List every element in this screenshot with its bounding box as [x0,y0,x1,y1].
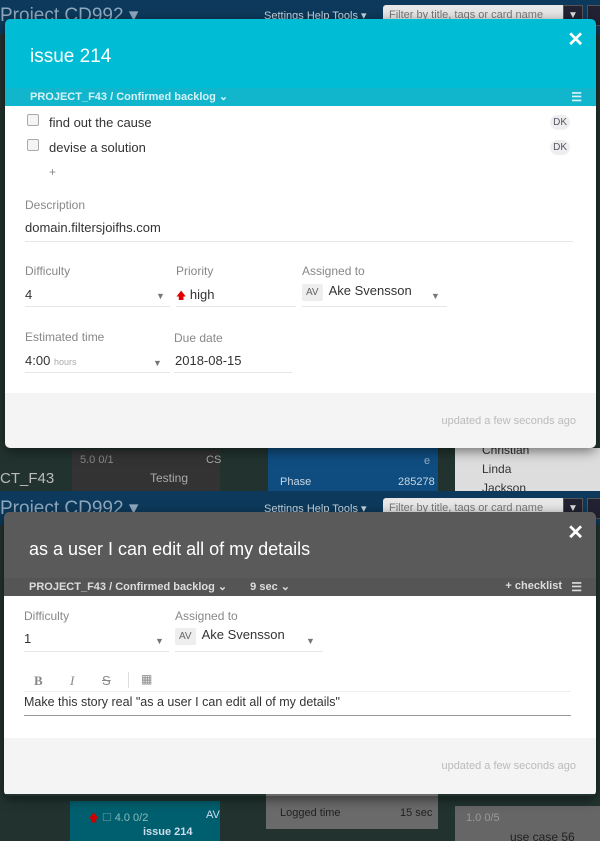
menu-icon[interactable]: ☰ [571,580,582,594]
chevron-down-icon[interactable]: ▼ [156,291,165,301]
card-meta: 5.0 0/1 [80,454,114,466]
table-icon[interactable]: ▦ [141,672,152,686]
checklist-item[interactable]: devise a solution [49,140,146,155]
logged-time-value: 15 sec [400,807,433,819]
priority-label: Priority [176,264,214,278]
checklist-user[interactable]: DK [550,140,570,155]
strikethrough-button[interactable]: S [102,673,111,688]
screenshot-top: Project CD992 ▾ Settings Help Tools ▾ Fi… [0,0,600,493]
priority-select[interactable]: 🡅 high [176,287,214,306]
card-dialog: issue 214 ✕ PROJECT_F43 / Confirmed back… [5,19,596,448]
time-tracker[interactable]: 9 sec ⌄ [250,581,290,593]
arrow-up-icon: 🡅 [176,291,187,302]
due-date-field[interactable]: 2018-08-15 [175,353,242,368]
difficulty-select[interactable]: 4 [25,287,32,302]
add-checklist-item-button[interactable]: + [49,165,56,179]
italic-button[interactable]: I [70,673,74,689]
card-user: CS [206,454,222,466]
chevron-down-icon[interactable]: ▼ [306,636,315,646]
toolbar-divider [128,672,129,688]
card-user: AV [206,809,220,821]
assigned-label: Assigned to [175,609,238,623]
dialog-header: as a user I can edit all of my details ✕ [4,512,596,578]
card-meta: 1.0 0/5 [466,812,500,824]
close-icon[interactable]: ✕ [567,27,584,52]
estimate-unit: hours [53,357,77,367]
menu-icon[interactable]: ☰ [571,90,582,104]
card-title: Testing [150,471,189,485]
dialog-footer: updated a few seconds ago [5,393,596,448]
card-title[interactable]: as a user I can edit all of my details [29,539,310,560]
screenshot-bottom: Project CD992 ▾ Settings Help Tools ▾ Fi… [0,491,600,841]
assignee-name: Ake Svensson [201,627,285,642]
phase-label: Phase [280,476,312,488]
lane-name: CT_F43 [0,470,55,487]
card-meta: 🡅 ▢ 4.0 0/2 [88,812,149,824]
difficulty-label: Difficulty [24,609,70,623]
bold-button[interactable]: B [34,673,43,689]
chevron-down-icon[interactable]: ▼ [155,636,164,646]
updated-timestamp: updated a few seconds ago [441,760,576,772]
due-date-label: Due date [174,331,223,345]
person[interactable]: Linda [482,462,511,476]
checklist-item[interactable]: find out the cause [49,115,152,130]
dialog-body: find out the cause DK devise a solution … [5,106,596,393]
updated-timestamp: updated a few seconds ago [441,415,576,427]
breadcrumb[interactable]: PROJECT_F43 / Confirmed backlog ⌄ [29,581,227,593]
estimate-field[interactable]: 4:00 hours [25,353,76,368]
card-title: issue 214 [143,826,193,838]
close-icon[interactable]: ✕ [567,520,584,545]
blue-e: e [424,455,431,467]
card-title: use case 56 [510,830,575,841]
assigned-label: Assigned to [302,264,365,278]
dialog-body: Difficulty 1 ▼ Assigned to AV Ake Svensso… [4,596,596,738]
assignee-name: Ake Svensson [328,283,412,298]
priority-value: high [189,287,215,302]
description-label: Description [25,198,86,212]
card-title[interactable]: issue 214 [30,46,111,68]
assignee-select[interactable]: AV Ake Svensson [175,627,285,645]
logged-time-label: Logged time [280,807,341,819]
add-checklist-button[interactable]: + checklist [505,580,562,592]
card-dialog: as a user I can edit all of my details ✕… [4,512,596,796]
breadcrumb[interactable]: PROJECT_F43 / Confirmed backlog ⌄ [30,91,228,103]
avatar: AV [175,628,196,645]
estimate-value: 4:00 [25,353,51,368]
chevron-down-icon[interactable]: ▼ [153,358,162,368]
checklist-user[interactable]: DK [550,115,570,130]
difficulty-select[interactable]: 1 [24,631,31,646]
dialog-subbar: PROJECT_F43 / Confirmed backlog ⌄ 9 sec … [4,578,596,596]
description-field[interactable]: domain.filtersjoifhs.com [25,220,161,235]
estimate-label: Estimated time [25,330,105,344]
dialog-header: issue 214 ✕ [5,19,596,88]
description-editor[interactable]: Make this story real "as a user I can ed… [24,695,340,709]
phase-number: 285278 [398,476,435,488]
dialog-subbar: PROJECT_F43 / Confirmed backlog ⌄ ☰ [5,88,596,106]
checklist-checkbox[interactable] [27,114,39,126]
dialog-footer: updated a few seconds ago [4,738,596,794]
assignee-select[interactable]: AV Ake Svensson [302,283,412,301]
avatar: AV [302,284,323,301]
chevron-down-icon[interactable]: ▼ [431,291,440,301]
difficulty-label: Difficulty [25,264,71,278]
checklist-checkbox[interactable] [27,139,39,151]
